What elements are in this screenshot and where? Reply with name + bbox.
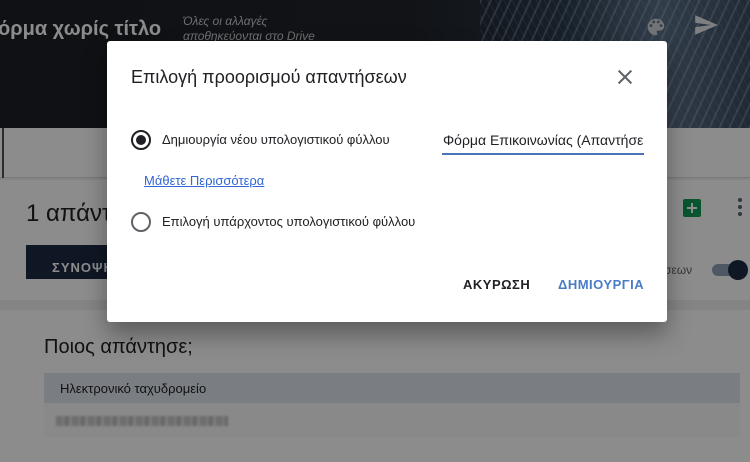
response-destination-dialog: Επιλογή προορισμού απαντήσεων Δημιουργία… <box>107 41 667 322</box>
radio-existing-spreadsheet[interactable] <box>131 212 151 232</box>
existing-spreadsheet-label[interactable]: Επιλογή υπάρχοντος υπολογιστικού φύλλου <box>162 214 415 229</box>
new-spreadsheet-label[interactable]: Δημιουργία νέου υπολογιστικού φύλλου <box>162 132 390 147</box>
radio-new-spreadsheet[interactable] <box>131 130 151 150</box>
spreadsheet-name-input[interactable] <box>442 129 644 155</box>
close-icon[interactable] <box>615 67 635 87</box>
cancel-button[interactable]: ΑΚΥΡΩΣΗ <box>463 277 530 292</box>
dialog-title: Επιλογή προορισμού απαντήσεων <box>131 67 407 87</box>
learn-more-link[interactable]: Μάθετε Περισσότερα <box>144 173 264 188</box>
create-button[interactable]: ΔΗΜΙΟΥΡΓΙΑ <box>558 277 644 292</box>
